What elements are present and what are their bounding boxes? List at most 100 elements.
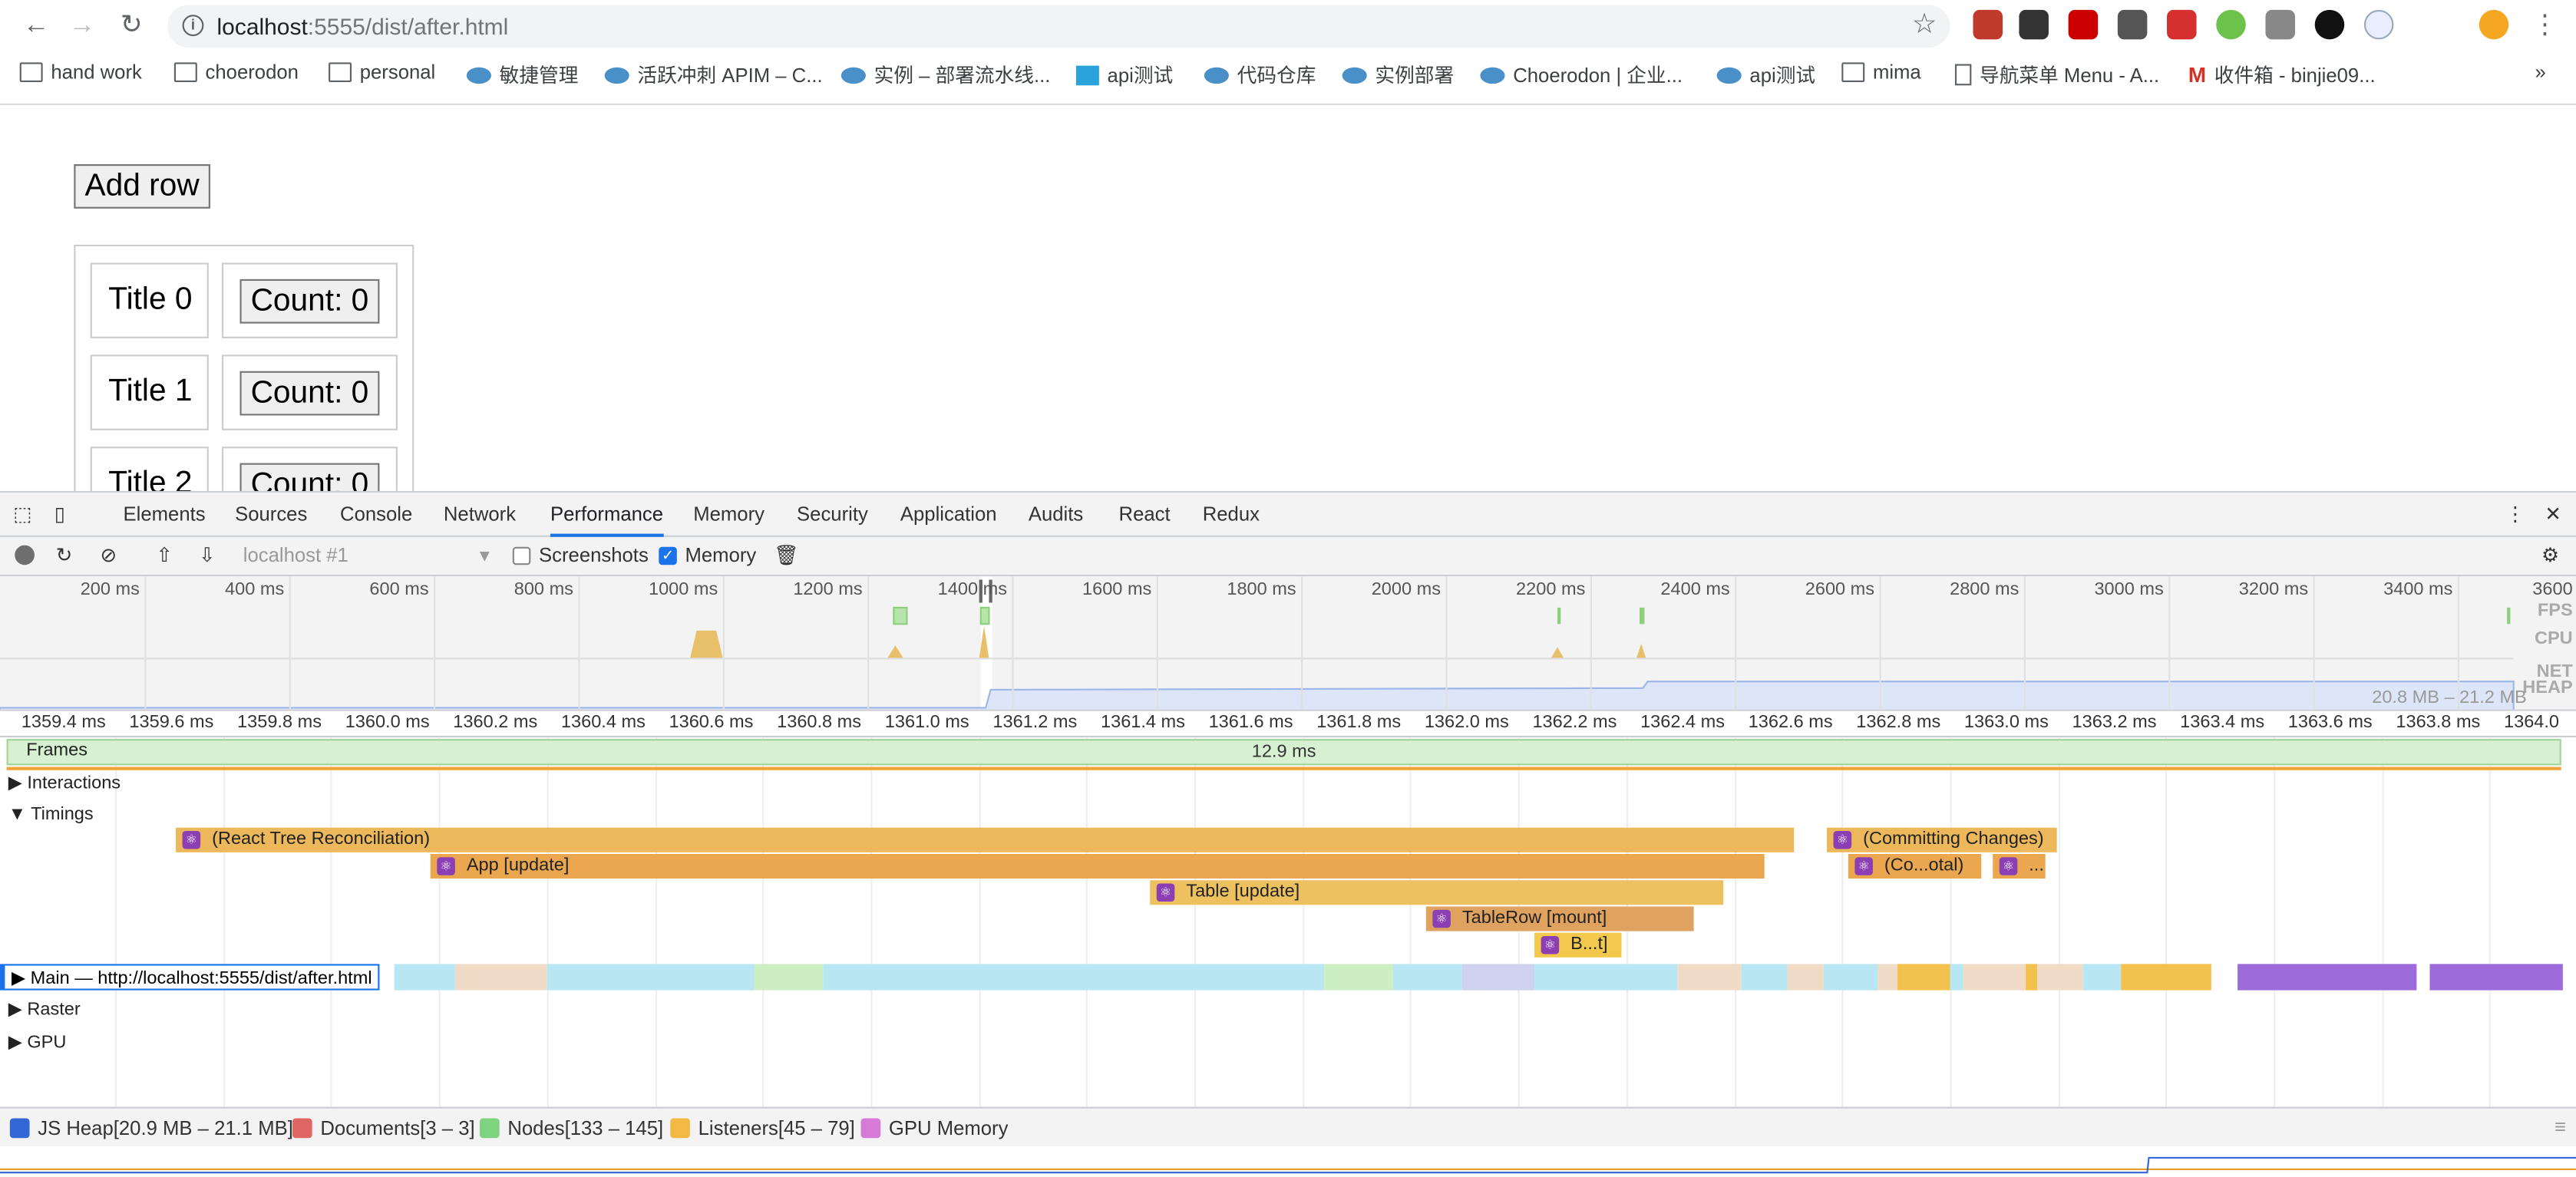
task-segment[interactable] [1963,964,2026,991]
trash-icon[interactable]: 🗑 [774,543,799,566]
gear-icon[interactable]: ⚙ [2541,543,2559,566]
bookmark-item[interactable]: 活跃冲刺 APIM – C... [604,61,823,88]
tab-redux[interactable]: Redux [1203,503,1260,526]
timing-tablerow-mount[interactable]: ⚛ TableRow [mount] [1425,906,1694,931]
device-toolbar-icon[interactable]: ▯ [54,503,65,526]
back-icon[interactable]: ← [20,10,53,43]
task-segment[interactable] [2429,964,2563,991]
screenshots-checkbox[interactable] [512,546,531,565]
forward-icon[interactable]: → [66,10,99,43]
tab-audits[interactable]: Audits [1029,503,1083,526]
more-options-icon[interactable]: ⋮ [2505,503,2525,526]
task-segment[interactable] [1392,964,1462,991]
bookmark-item[interactable]: mima [1841,61,1921,84]
timing-table-update[interactable]: ⚛ Table [update] [1150,880,1724,905]
tab-react[interactable]: React [1119,503,1171,526]
legend-listeners[interactable]: Listeners[45 – 79] [670,1116,855,1139]
tab-sources[interactable]: Sources [235,503,307,526]
bookmark-item[interactable]: 实例部署 [1342,61,1454,88]
task-segment[interactable] [754,964,824,991]
timeline-overview[interactable]: 200 ms 400 ms 600 ms 800 ms 1000 ms 1200 ms 14… [0,576,2576,711]
clear-icon[interactable]: ⊘ [101,543,117,566]
legend-js-heap[interactable]: JS Heap[20.9 MB – 21.1 MB] [9,1116,293,1139]
gpu-track[interactable]: ▶ GPU [8,1031,67,1053]
add-row-button[interactable]: Add row [74,164,210,209]
avatar[interactable] [2479,9,2509,40]
task-segment[interactable] [2121,964,2211,991]
task-segment[interactable] [2237,964,2417,991]
info-icon[interactable]: i [182,15,204,37]
tab-console[interactable]: Console [340,503,412,526]
task-segment[interactable] [1534,964,1678,991]
count-button[interactable]: Count: 0 [239,279,380,324]
bookmark-star-icon[interactable]: ☆ [1912,8,1937,41]
timing-button[interactable]: ⚛ B...t] [1534,932,1622,958]
timing-committing-changes[interactable]: ⚛ (Committing Changes) [1827,827,2057,852]
tab-memory[interactable]: Memory [693,503,765,526]
task-segment[interactable] [1461,964,1535,991]
raster-track[interactable]: ▶ Raster [8,998,81,1020]
tab-network[interactable]: Network [444,503,516,526]
timing-commit-other[interactable]: ⚛... [1993,853,2046,879]
task-segment[interactable] [1324,964,1393,991]
reload-icon[interactable]: ↻ [115,10,148,43]
reload-record-icon[interactable]: ↻ [56,543,73,566]
tab-security[interactable]: Security [797,503,868,526]
bookmark-item[interactable]: 敏捷管理 [466,61,578,88]
task-segment[interactable] [2082,964,2122,991]
extension-icon[interactable] [2167,9,2197,40]
count-button[interactable]: Count: 0 [239,371,380,416]
memory-checkbox[interactable]: ✓ [659,546,677,565]
task-segment[interactable] [1878,964,1898,991]
download-icon[interactable]: ⇩ [199,543,216,566]
tab-performance[interactable]: Performance [550,503,664,537]
task-segment[interactable] [1950,964,1963,991]
record-icon[interactable] [15,545,35,565]
task-segment[interactable] [547,964,755,991]
task-segment[interactable] [1677,964,1742,991]
legend-gpu-memory[interactable]: GPU Memory [860,1116,1008,1139]
bookmark-item[interactable]: hand work [19,61,142,84]
task-segment[interactable] [1823,964,1878,991]
bookmark-item[interactable]: Choerodon | 企业... [1480,61,1683,88]
task-segment[interactable] [1787,964,1824,991]
bookmarks-more[interactable]: » [2535,61,2545,84]
tab-elements[interactable]: Elements [124,503,206,526]
upload-icon[interactable]: ⇧ [156,543,173,566]
extension-icon[interactable] [1973,9,2003,40]
extension-icon[interactable] [2363,9,2394,40]
task-segment[interactable] [454,964,547,991]
nodejs-icon[interactable] [2216,9,2246,40]
bookmark-item[interactable]: personal [329,61,435,84]
count-button[interactable]: Count: 0 [239,463,380,493]
bookmark-item[interactable]: api测试 [1716,61,1815,88]
address-bar[interactable]: i localhost:5555/dist/after.html ☆ [167,5,1950,48]
timing-app-update[interactable]: ⚛ App [update] [430,853,1765,879]
timings-track[interactable]: ▼ Timings [8,805,94,825]
task-segment[interactable] [2025,964,2037,991]
main-thread-label[interactable]: ▶ Main — http://localhost:5555/dist/afte… [0,964,381,991]
extension-icon[interactable] [2019,9,2049,40]
legend-nodes[interactable]: Nodes[133 – 145] [479,1116,663,1139]
task-segment[interactable] [2036,964,2083,991]
timing-react-reconciliation[interactable]: ⚛ (React Tree Reconciliation) [176,827,1795,852]
extension-icon[interactable] [2117,9,2148,40]
interactions-track[interactable]: ▶ Interactions [8,772,121,793]
tab-application[interactable]: Application [900,503,997,526]
task-segment[interactable] [1741,964,1788,991]
profile-select[interactable]: localhost #1 ▾ [243,543,490,566]
task-segment[interactable] [1897,964,1950,991]
close-icon[interactable]: ✕ [2545,503,2561,526]
bookmark-item[interactable]: choerodon [173,61,299,84]
resize-handle-icon[interactable]: ≡ [2555,1115,2566,1138]
bookmark-item[interactable]: 实例 – 部署流水线... [841,61,1050,88]
shield-icon[interactable] [2265,9,2295,40]
task-segment[interactable] [394,964,455,991]
bookmark-item[interactable]: api测试 [1075,61,1173,88]
task-segment[interactable] [823,964,1325,991]
frame-bar[interactable]: 12.9 ms [6,739,2561,766]
menu-icon[interactable]: ⋮ [2528,10,2561,43]
bookmark-item[interactable]: 导航菜单 Menu - A... [1954,61,2159,88]
main-thread-track[interactable]: ▶ Main — http://localhost:5555/dist/afte… [0,964,2576,991]
bookmark-item[interactable]: M 收件箱 - binjie09... [2188,61,2376,88]
